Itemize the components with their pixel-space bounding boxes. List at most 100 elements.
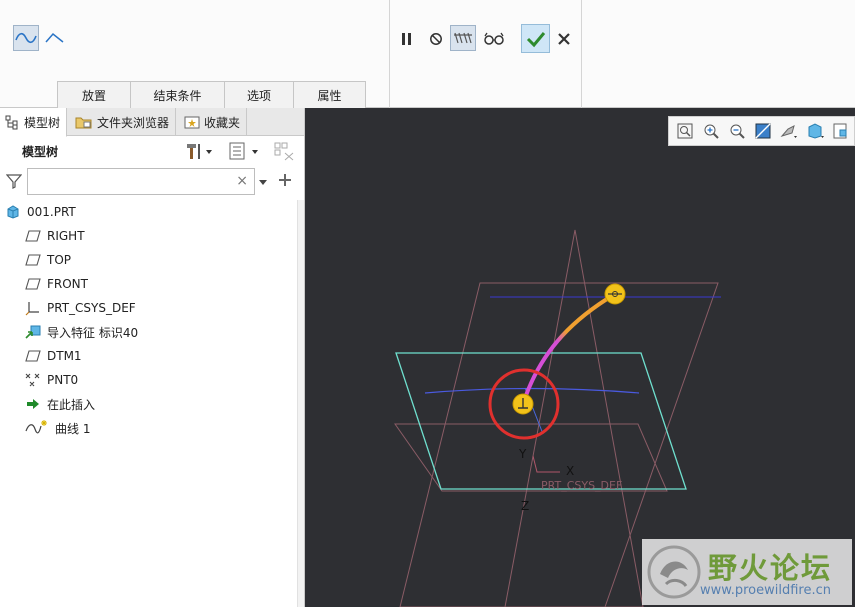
settings-tools-button[interactable] — [184, 141, 214, 164]
refit-button[interactable] — [675, 121, 695, 141]
tab-folder-browser-label: 文件夹浏览器 — [97, 115, 170, 130]
csys-y-label: Y — [518, 447, 527, 461]
model-tree-title: 模型树 — [22, 144, 59, 159]
favorites-icon — [184, 116, 200, 129]
plus-icon — [279, 174, 291, 186]
dashboard-tabs: 放置 结束条件 选项 属性 — [57, 81, 366, 108]
tree-item-dtm1[interactable]: DTM1 — [0, 344, 298, 368]
view-manager-button[interactable] — [831, 121, 851, 141]
no-preview-button[interactable] — [423, 26, 449, 52]
csys-icon — [25, 300, 41, 316]
model-tree-header: 模型树 — [0, 136, 304, 166]
tree-item-front[interactable]: FRONT — [0, 272, 298, 296]
spline-curve-button[interactable] — [13, 25, 39, 51]
csys-name-label: PRT_CSYS_DEF — [541, 479, 622, 492]
tree-item-right[interactable]: RIGHT — [0, 224, 298, 248]
pause-button[interactable] — [394, 26, 420, 52]
tree-item-pnt0[interactable]: PNT0 — [0, 368, 298, 392]
tools-hammer-icon — [187, 144, 212, 159]
tree-item-label: FRONT — [47, 277, 88, 291]
navigator-tabs: 模型树 文件夹浏览器 收藏夹 — [0, 108, 304, 137]
tree-item-insert-here[interactable]: 在此插入 — [0, 392, 298, 416]
tree-item-label: DTM1 — [47, 349, 82, 363]
polyline-curve-button[interactable] — [42, 25, 68, 51]
refit-icon — [677, 123, 693, 139]
model-tree-icon — [5, 115, 18, 130]
watermark: 野火论坛 www.proewildfire.cn — [642, 539, 852, 605]
tree-item-label: TOP — [47, 253, 72, 267]
tab-model-tree[interactable]: 模型树 — [0, 108, 68, 137]
import-feature-icon — [25, 324, 41, 340]
tree-item-label: 导入特征 标识40 — [47, 325, 139, 340]
search-row: × — [0, 166, 304, 198]
glasses-button[interactable] — [481, 26, 507, 52]
datum-plane-icon — [25, 228, 41, 244]
display-style-icon — [780, 125, 797, 138]
glasses-icon — [484, 32, 504, 45]
ribbon-separator — [389, 0, 390, 108]
tree-item-top[interactable]: TOP — [0, 248, 298, 272]
verify-icon — [454, 32, 472, 44]
tree-item-label: 在此插入 — [47, 397, 96, 412]
polyline-curve-icon — [45, 32, 64, 43]
display-style-button[interactable] — [779, 121, 799, 141]
view-toolbar — [668, 116, 855, 146]
grid-filter-icon — [274, 142, 294, 161]
watermark-logo-icon — [647, 545, 701, 599]
no-preview-icon — [430, 33, 442, 45]
zoom-in-button[interactable] — [701, 121, 721, 141]
ribbon: 放置 结束条件 选项 属性 — [0, 0, 855, 108]
insert-here-arrow-icon — [25, 396, 41, 412]
tab-placement[interactable]: 放置 — [57, 81, 131, 108]
tab-end-condition[interactable]: 结束条件 — [130, 81, 225, 108]
part-icon — [5, 204, 21, 220]
tab-model-tree-label: 模型树 — [24, 115, 61, 130]
spline-curve-icon — [15, 32, 37, 44]
curve-preview — [523, 292, 617, 399]
show-options-button[interactable] — [228, 141, 262, 164]
navigator-panel: 模型树 文件夹浏览器 收藏夹 模型树 × 001.PRT RIGHT TOP F… — [0, 108, 305, 607]
verify-button[interactable] — [450, 25, 476, 51]
datum-point-icon — [25, 372, 41, 388]
csys-axes — [532, 455, 560, 473]
zoom-out-icon — [730, 124, 745, 139]
tree-item-part[interactable]: 001.PRT — [0, 200, 298, 224]
graphics-viewport[interactable]: Y X Z PRT_CSYS_DEF 野火论坛 www.proewildfire… — [305, 108, 855, 607]
pause-icon — [402, 33, 411, 45]
tree-item-label: 001.PRT — [27, 205, 76, 219]
tree-scrollbar[interactable] — [297, 200, 304, 607]
disabled-filter-button[interactable] — [273, 141, 295, 164]
ribbon-separator — [581, 0, 582, 108]
tree-item-import[interactable]: 导入特征 标识40 — [0, 320, 298, 344]
tree-item-label: RIGHT — [47, 229, 85, 243]
csys-x-label: X — [566, 464, 574, 478]
zoom-out-button[interactable] — [727, 121, 747, 141]
model-tree: 001.PRT RIGHT TOP FRONT PRT_CSYS_DEF 导入特… — [0, 200, 298, 440]
saved-views-icon — [808, 123, 824, 139]
view-manager-icon — [833, 123, 847, 139]
tab-favorites[interactable]: 收藏夹 — [176, 108, 248, 136]
add-filter-button[interactable] — [278, 173, 292, 190]
list-options-icon — [229, 142, 258, 160]
zoom-in-icon — [704, 124, 719, 139]
model-graphics: Y X Z PRT_CSYS_DEF — [394, 229, 721, 607]
tab-options[interactable]: 选项 — [224, 81, 294, 108]
tree-item-label: PRT_CSYS_DEF — [47, 301, 136, 315]
tree-item-label: PNT0 — [47, 373, 79, 387]
datum-plane-icon — [25, 252, 41, 268]
tab-folder-browser[interactable]: 文件夹浏览器 — [67, 108, 177, 136]
tree-item-csys[interactable]: PRT_CSYS_DEF — [0, 296, 298, 320]
tab-properties[interactable]: 属性 — [293, 81, 366, 108]
search-input[interactable]: × — [27, 168, 255, 195]
repaint-button[interactable] — [753, 121, 773, 141]
ok-button[interactable] — [521, 24, 550, 53]
search-dropdown-button[interactable] — [258, 176, 268, 190]
datum-plane-icon — [25, 276, 41, 292]
clear-search-icon[interactable]: × — [236, 173, 248, 189]
datum-plane-icon — [25, 348, 41, 364]
saved-views-button[interactable] — [805, 121, 825, 141]
datum-plane-front — [394, 423, 668, 492]
filter-button[interactable] — [5, 173, 23, 192]
tree-item-curve[interactable]: 曲线 1 — [0, 416, 298, 440]
cancel-button[interactable] — [551, 26, 577, 52]
